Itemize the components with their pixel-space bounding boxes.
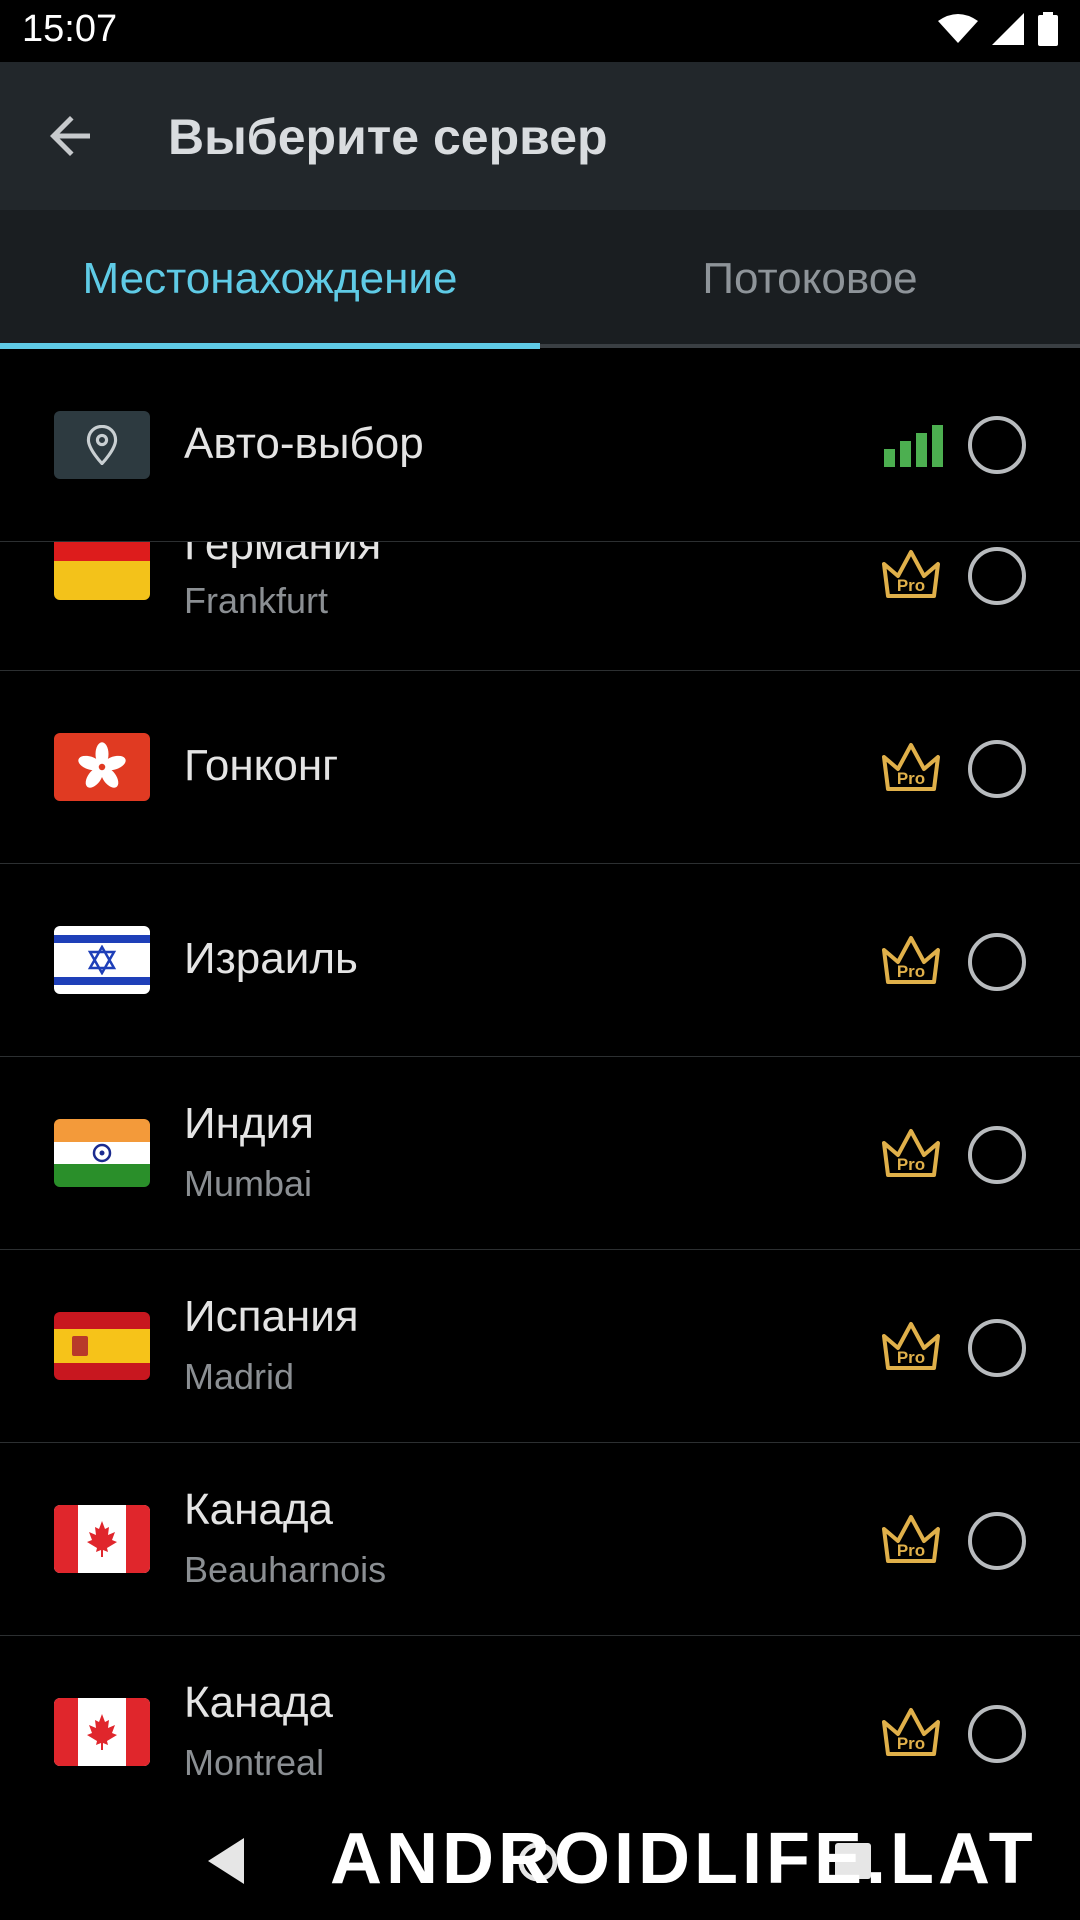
server-row-spain[interactable]: Испания Madrid Pro: [0, 1250, 1080, 1443]
canada-flag: [54, 1698, 150, 1766]
pro-crown-icon: Pro: [882, 550, 940, 598]
nav-back-icon[interactable]: [204, 1836, 248, 1886]
canada-flag: [54, 1505, 150, 1573]
arrow-back-icon[interactable]: [40, 106, 100, 166]
svg-text:Pro: Pro: [897, 1734, 925, 1753]
server-city: Mumbai: [184, 1163, 313, 1204]
tab-bar: Местонахождение Потоковое: [0, 210, 1080, 348]
server-radio[interactable]: [968, 1319, 1026, 1377]
server-city: Madrid: [184, 1356, 295, 1397]
server-row-israel[interactable]: Израиль Pro: [0, 864, 1080, 1057]
wifi-icon: [938, 14, 978, 43]
server-list: Авто-выбор Германия Frankfurt Pro Гонкон…: [0, 349, 1080, 1828]
israel-flag: [54, 926, 150, 994]
pro-crown-icon: Pro: [882, 1129, 940, 1177]
svg-text:Pro: Pro: [897, 769, 925, 788]
server-name: Израиль: [184, 934, 358, 983]
pro-crown-icon: Pro: [882, 1515, 940, 1563]
pro-crown-icon: Pro: [882, 1322, 940, 1370]
server-radio[interactable]: [968, 933, 1026, 991]
germany-flag: [54, 542, 150, 600]
server-name: Канада: [184, 1678, 334, 1727]
page-title: Выберите сервер: [168, 109, 608, 165]
server-name: Гонконг: [184, 741, 339, 790]
app-bar: Выберите сервер: [0, 62, 1080, 210]
server-name: Канада: [184, 1485, 334, 1534]
server-name: Испания: [184, 1292, 359, 1341]
signal-bars-icon: [884, 425, 943, 467]
svg-text:Pro: Pro: [897, 962, 925, 981]
server-radio[interactable]: [968, 1126, 1026, 1184]
server-city: Montreal: [184, 1742, 325, 1783]
server-radio[interactable]: [968, 547, 1026, 605]
pro-crown-icon: Pro: [882, 743, 940, 791]
status-icons: [938, 12, 1058, 46]
tab-streaming[interactable]: Потоковое: [540, 210, 1080, 348]
svg-text:Pro: Pro: [897, 1348, 925, 1367]
spain-flag: [54, 1312, 150, 1380]
status-time: 15:07: [22, 8, 118, 50]
server-radio[interactable]: [968, 416, 1026, 474]
location-pin-icon: [54, 411, 150, 479]
server-row-india[interactable]: Индия Mumbai Pro: [0, 1057, 1080, 1250]
battery-icon: [1038, 12, 1058, 46]
pro-crown-icon: Pro: [882, 936, 940, 984]
tab-divider: [540, 344, 1080, 348]
server-row-germany[interactable]: Германия Frankfurt Pro: [0, 542, 1080, 671]
server-name: Индия: [184, 1099, 315, 1148]
server-radio[interactable]: [968, 740, 1026, 798]
server-radio[interactable]: [968, 1512, 1026, 1570]
svg-text:Pro: Pro: [897, 1155, 925, 1174]
server-name: Германия: [184, 542, 382, 569]
server-name: Авто-выбор: [184, 419, 424, 468]
svg-text:Pro: Pro: [897, 576, 925, 595]
watermark-text: ANDROIDLIFE.LAT: [330, 1819, 1037, 1899]
india-flag: [54, 1119, 150, 1187]
server-row-hongkong[interactable]: Гонконг Pro: [0, 671, 1080, 864]
svg-text:Pro: Pro: [897, 1541, 925, 1560]
server-row-canada-montreal[interactable]: Канада Montreal Pro: [0, 1636, 1080, 1828]
server-city: Frankfurt: [184, 580, 329, 621]
pro-crown-icon: Pro: [882, 1708, 940, 1756]
tab-location[interactable]: Местонахождение: [0, 210, 540, 348]
server-radio[interactable]: [968, 1705, 1026, 1763]
server-city: Beauharnois: [184, 1549, 387, 1590]
server-row-canada-beauharnois[interactable]: Канада Beauharnois Pro: [0, 1443, 1080, 1636]
hong-kong-flag: [54, 733, 150, 801]
cell-signal-icon: [992, 13, 1024, 45]
status-bar: 15:07: [0, 0, 1080, 62]
server-row-auto[interactable]: Авто-выбор: [0, 349, 1080, 542]
